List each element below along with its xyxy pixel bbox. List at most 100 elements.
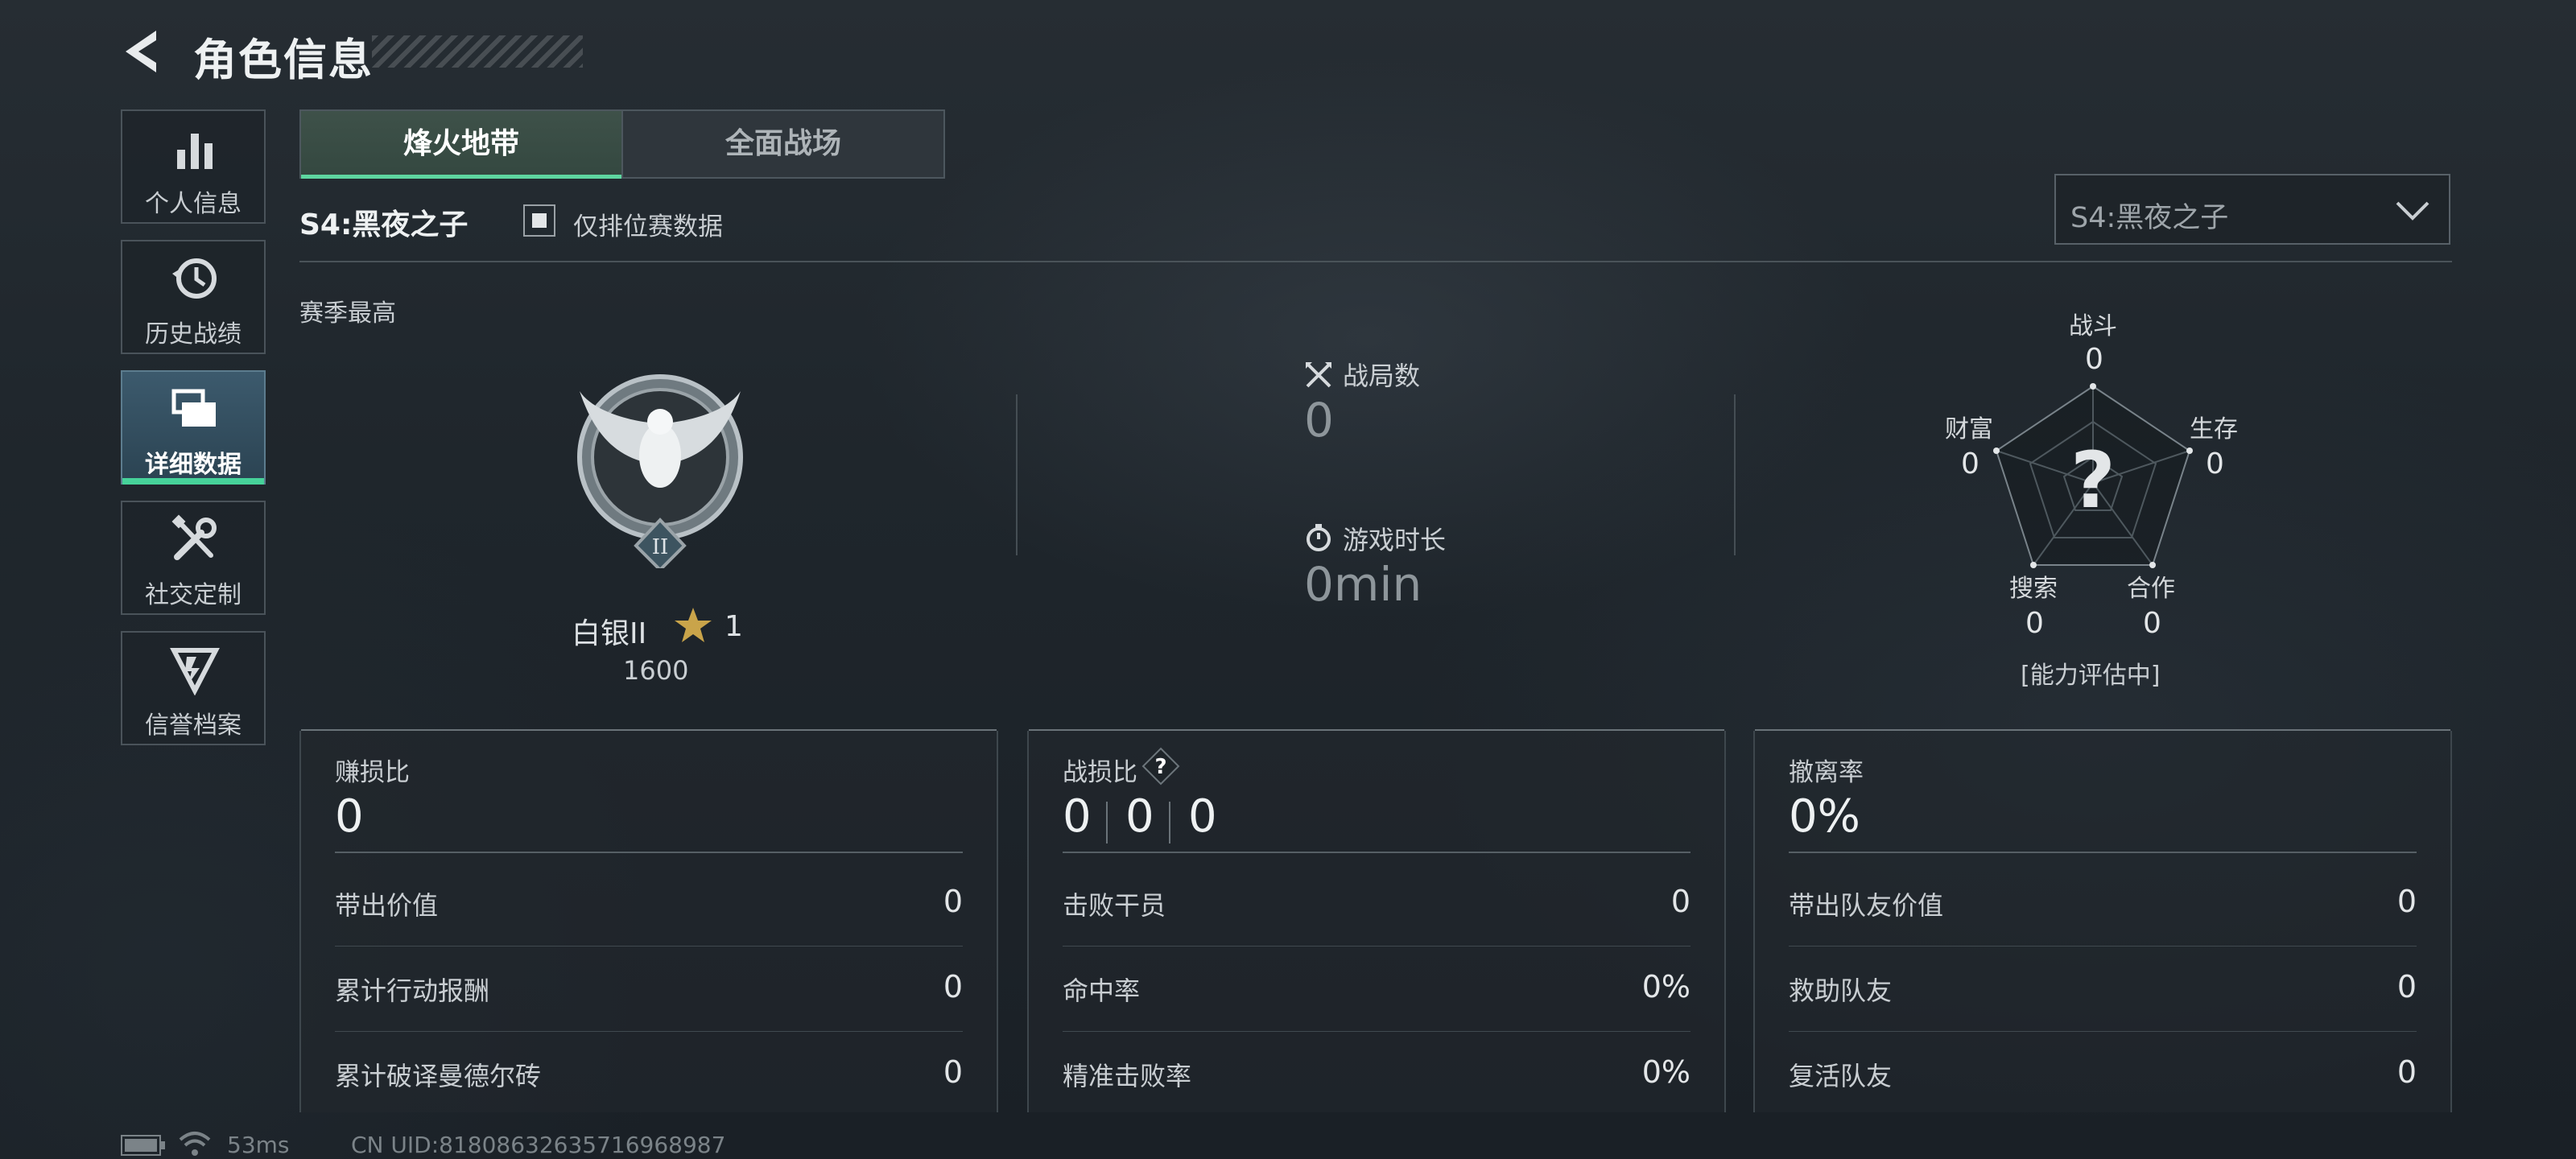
ability-survival-value: 0 xyxy=(2206,448,2224,481)
back-arrow-icon[interactable] xyxy=(121,27,164,76)
svg-text:?: ? xyxy=(1154,755,1166,779)
ability-wealth-label: 财富 xyxy=(1945,415,1993,443)
play-time-value: 0min xyxy=(1304,557,1422,612)
ability-combat-label: 战斗 xyxy=(2069,312,2117,340)
stat-row: 带出价值 0 xyxy=(335,861,963,947)
ranked-only-label[interactable]: 仅排位赛数据 xyxy=(573,206,723,242)
rank-score: 1600 xyxy=(623,655,689,686)
svg-text:?: ? xyxy=(2070,435,2116,526)
kd-value: 0 xyxy=(1063,790,1092,843)
divider xyxy=(1016,394,1018,555)
ability-search-value: 0 xyxy=(2025,607,2044,640)
ability-status: [能力评估中] xyxy=(2021,662,2161,690)
stat-label: 击败干员 xyxy=(1063,890,1166,921)
sidebar-item-label: 社交定制 xyxy=(145,581,242,609)
divider xyxy=(1169,802,1170,843)
ping-latency: 53ms xyxy=(227,1132,290,1158)
extraction-rate-card: 撤离率 0% 带出队友价值 0 救助队友 0 复活队友 0 xyxy=(1753,729,2452,1112)
stat-row: 带出队友价值 0 xyxy=(1789,861,2417,947)
match-count-label: 战局数 xyxy=(1343,361,1421,391)
page-title: 角色信息 xyxy=(193,35,374,85)
kd-ratio-card: 战损比 ? 0 0 0 击败干员 0 命中率 0% 精准击败率 0% xyxy=(1027,729,1726,1112)
rank-name: 白银II xyxy=(572,617,647,650)
extraction-rate-value: 0% xyxy=(1789,790,1860,843)
wifi-icon xyxy=(179,1132,211,1156)
ranked-only-checkbox[interactable] xyxy=(523,204,555,237)
divider xyxy=(1734,394,1736,555)
stopwatch-icon xyxy=(1307,524,1331,551)
play-time-label: 游戏时长 xyxy=(1343,525,1447,555)
history-clock-icon xyxy=(172,258,217,299)
season-name: S4:黑夜之子 xyxy=(299,208,469,241)
title-decoration xyxy=(372,35,583,68)
stat-label: 带出价值 xyxy=(335,890,439,921)
stat-row: 累计行动报酬 0 xyxy=(335,947,963,1032)
star-icon xyxy=(675,608,712,642)
sidebar-item-personal-info[interactable]: 个人信息 xyxy=(121,109,266,224)
tools-icon xyxy=(171,514,217,560)
stat-label: 精准击败率 xyxy=(1063,1061,1192,1091)
profit-ratio-value: 0 xyxy=(335,790,364,843)
tab-full-battlefield[interactable]: 全面战场 xyxy=(621,109,945,179)
bar-chart-icon xyxy=(177,134,213,169)
ability-teamwork-value: 0 xyxy=(2143,607,2161,640)
stat-label: 累计破译曼德尔砖 xyxy=(335,1061,542,1091)
sidebar-item-history[interactable]: 历史战绩 xyxy=(121,240,266,354)
stat-value: 0 xyxy=(943,1054,963,1090)
kd-ratio-label: 战损比 xyxy=(1063,758,1137,787)
stat-row: 命中率 0% xyxy=(1063,947,1690,1032)
stat-label: 累计行动报酬 xyxy=(335,975,490,1006)
ability-search-label: 搜索 xyxy=(2009,575,2058,603)
stat-value: 0% xyxy=(1641,969,1690,1004)
chevron-down-icon xyxy=(2396,201,2429,221)
stat-row: 累计破译曼德尔砖 0 xyxy=(335,1032,963,1117)
divider xyxy=(299,261,2452,262)
stat-row: 击败干员 0 xyxy=(1063,861,1690,947)
stat-value: 0 xyxy=(1670,884,1690,919)
stat-label: 救助队友 xyxy=(1789,975,1893,1006)
season-select-value: S4:黑夜之子 xyxy=(2070,202,2229,234)
extraction-rate-label: 撤离率 xyxy=(1789,758,1864,787)
battery-icon xyxy=(121,1135,165,1156)
profit-ratio-label: 赚损比 xyxy=(335,758,410,787)
rank-emblem-icon: II xyxy=(577,374,743,568)
divider xyxy=(1106,802,1108,843)
sidebar-item-label: 个人信息 xyxy=(145,190,242,218)
divider xyxy=(335,852,963,853)
rank-star-count: 1 xyxy=(724,610,743,643)
sidebar-item-label: 详细数据 xyxy=(145,451,242,479)
profit-ratio-card: 赚损比 0 带出价值 0 累计行动报酬 0 累计破译曼德尔砖 0 xyxy=(299,729,998,1112)
kd-value: 0 xyxy=(1188,790,1217,843)
help-icon[interactable]: ? xyxy=(1141,747,1180,786)
sidebar-item-label: 历史战绩 xyxy=(145,320,242,349)
divider xyxy=(1063,852,1690,853)
sidebar-item-credit-record[interactable]: 信誉档案 xyxy=(121,631,266,745)
season-select[interactable]: S4:黑夜之子 xyxy=(2054,174,2450,245)
sidebar-item-label: 信誉档案 xyxy=(145,711,242,740)
crossed-swords-icon xyxy=(1306,362,1331,388)
stat-row: 复活队友 0 xyxy=(1789,1032,2417,1117)
svg-text:II: II xyxy=(652,535,669,559)
stat-value: 0 xyxy=(943,969,963,1004)
stat-row: 救助队友 0 xyxy=(1789,947,2417,1032)
ability-wealth-value: 0 xyxy=(1961,448,1979,481)
stat-value: 0 xyxy=(943,884,963,919)
sidebar-item-detailed-data[interactable]: 详细数据 xyxy=(121,370,266,485)
credit-badge-icon xyxy=(170,648,220,695)
player-uid: CN UID:81808632635716968987 xyxy=(351,1132,726,1158)
ability-teamwork-label: 合作 xyxy=(2127,575,2175,603)
tab-hazard-zone[interactable]: 烽火地带 xyxy=(299,109,623,179)
stat-label: 命中率 xyxy=(1063,975,1141,1006)
stat-label: 带出队友价值 xyxy=(1789,890,1944,921)
stat-value: 0 xyxy=(2396,1054,2417,1090)
ability-radar-chart: ? xyxy=(1993,383,2193,568)
season-best-label: 赛季最高 xyxy=(299,299,396,328)
kd-value: 0 xyxy=(1125,790,1154,843)
stat-value: 0 xyxy=(2396,969,2417,1004)
stat-value: 0% xyxy=(1641,1054,1690,1090)
sidebar-item-social-custom[interactable]: 社交定制 xyxy=(121,501,266,615)
ability-survival-label: 生存 xyxy=(2190,415,2238,443)
match-count-value: 0 xyxy=(1304,393,1334,448)
folder-stack-icon xyxy=(171,389,216,427)
stat-row: 精准击败率 0% xyxy=(1063,1032,1690,1117)
